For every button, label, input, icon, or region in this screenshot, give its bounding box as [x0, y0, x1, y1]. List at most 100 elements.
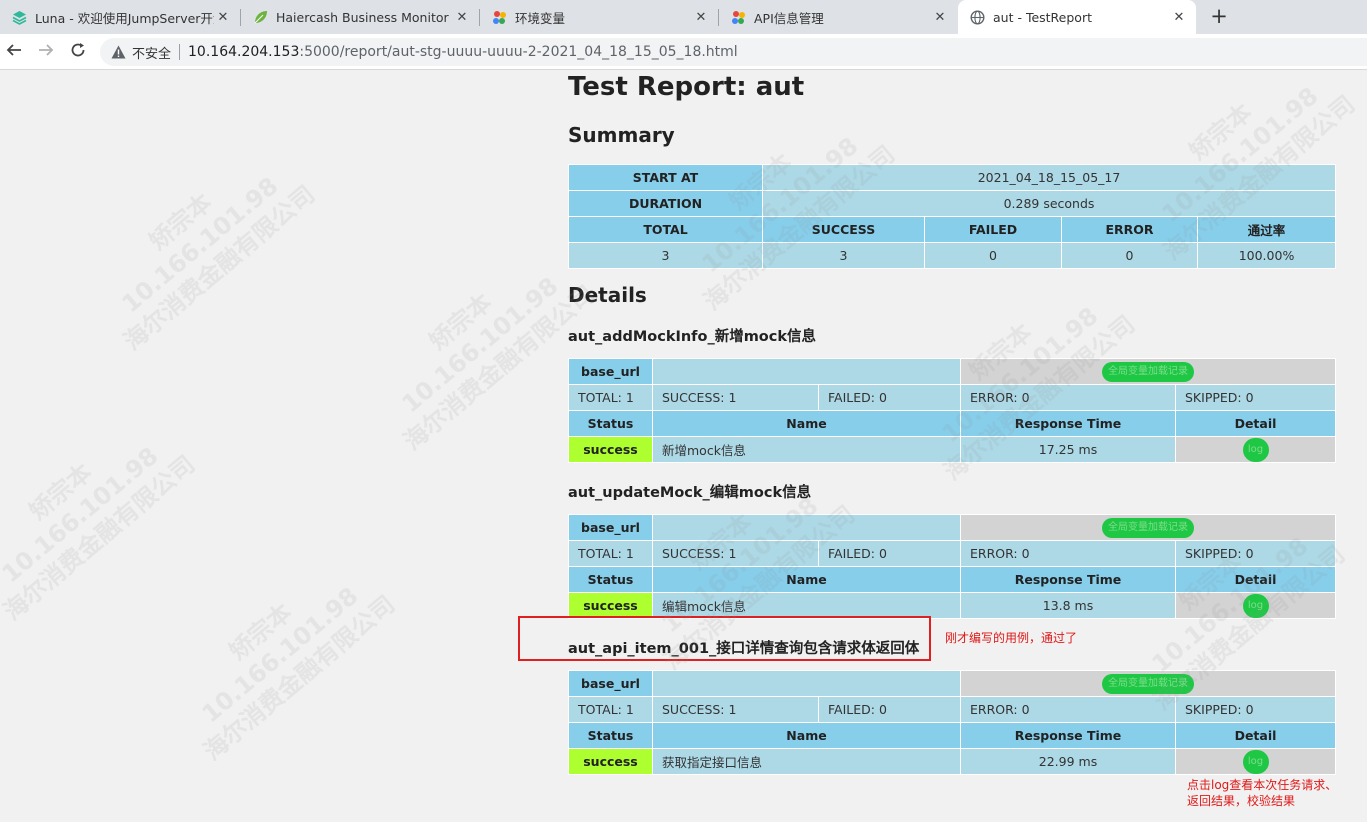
- pinwheel-icon: [492, 10, 507, 25]
- stat-success: SUCCESS: 1: [652, 696, 819, 723]
- table-row: success 编辑mock信息 13.8 ms log: [568, 592, 1336, 619]
- pass-rate-value: 100.00%: [1196, 242, 1337, 269]
- response-time-header: Response Time: [960, 410, 1176, 437]
- tab-api-info[interactable]: API信息管理 ✕: [719, 0, 957, 34]
- base-url-label: base_url: [568, 514, 653, 541]
- tab-haiercash-monitor[interactable]: Haiercash Business Monitor ✕: [241, 0, 479, 34]
- close-icon[interactable]: ✕: [1170, 8, 1188, 26]
- response-time: 22.99 ms: [960, 748, 1176, 775]
- failed-value: 0: [924, 242, 1062, 269]
- stat-failed: FAILED: 0: [818, 540, 961, 567]
- base-url-value: [652, 358, 961, 385]
- stat-error: ERROR: 0: [960, 540, 1176, 567]
- case-table: base_url 全局变量加载记录 TOTAL: 1 SUCCESS: 1 FA…: [568, 670, 1336, 775]
- status-header: Status: [568, 566, 653, 593]
- stat-success: SUCCESS: 1: [652, 384, 819, 411]
- stat-skipped: SKIPPED: 0: [1175, 696, 1336, 723]
- close-icon[interactable]: ✕: [214, 8, 232, 26]
- success-header: SUCCESS: [762, 216, 925, 243]
- global-vars-cell: 全局变量加载记录: [960, 514, 1336, 541]
- detail-cell: log: [1175, 748, 1336, 775]
- reload-button[interactable]: [67, 41, 89, 63]
- leaf-icon: [253, 10, 268, 25]
- stat-failed: FAILED: 0: [818, 696, 961, 723]
- not-secure-label[interactable]: 不安全: [132, 43, 171, 62]
- tab-strip: Luna - 欢迎使用JumpServer开源 ✕ Haiercash Busi…: [0, 0, 1367, 34]
- arrow-left-icon: [6, 42, 22, 62]
- url-path: :5000/report/aut-stg-uuuu-uuuu-2-2021_04…: [299, 44, 738, 60]
- column-header-row: Status Name Response Time Detail: [568, 566, 1336, 593]
- summary-heading: Summary: [568, 123, 675, 147]
- forward-button[interactable]: [35, 41, 57, 63]
- error-value: 0: [1061, 242, 1198, 269]
- table-row: success 新增mock信息 17.25 ms log: [568, 436, 1336, 463]
- base-url-label: base_url: [568, 358, 653, 385]
- report-title: Test Report: aut: [568, 72, 805, 102]
- close-icon[interactable]: ✕: [453, 8, 471, 26]
- log-button[interactable]: log: [1242, 593, 1269, 618]
- status-header: Status: [568, 410, 653, 437]
- status-badge: success: [568, 436, 653, 463]
- duration-row: DURATION 0.289 seconds: [568, 190, 1337, 217]
- response-time-header: Response Time: [960, 566, 1176, 593]
- url-host: 10.164.204.153: [188, 44, 300, 60]
- address-bar[interactable]: 不安全 10.164.204.153 :5000/report/aut-stg-…: [100, 38, 1367, 66]
- summary-table: START AT 2021_04_18_15_05_17 DURATION 0.…: [568, 164, 1337, 269]
- global-vars-button[interactable]: 全局变量加载记录: [1102, 673, 1194, 694]
- step-name: 新增mock信息: [652, 436, 961, 463]
- summary-header-row: TOTAL SUCCESS FAILED ERROR 通过率: [568, 216, 1337, 243]
- name-header: Name: [652, 722, 961, 749]
- base-url-row: base_url 全局变量加载记录: [568, 670, 1336, 697]
- tab-test-report[interactable]: aut - TestReport ✕: [958, 0, 1196, 34]
- pinwheel-icon: [731, 10, 746, 25]
- start-at-value: 2021_04_18_15_05_17: [761, 164, 1337, 191]
- case-title: aut_addMockInfo_新增mock信息: [568, 329, 817, 345]
- detail-header: Detail: [1175, 410, 1336, 437]
- status-badge: success: [568, 592, 653, 619]
- name-header: Name: [652, 410, 961, 437]
- tab-title: Haiercash Business Monitor: [276, 9, 449, 25]
- case-table: base_url 全局变量加载记录 TOTAL: 1 SUCCESS: 1 FA…: [568, 514, 1336, 619]
- detail-cell: log: [1175, 592, 1336, 619]
- new-tab-button[interactable]: +: [1208, 6, 1230, 28]
- column-header-row: Status Name Response Time Detail: [568, 722, 1336, 749]
- global-vars-cell: 全局变量加载记录: [960, 358, 1336, 385]
- stats-row: TOTAL: 1 SUCCESS: 1 FAILED: 0 ERROR: 0 S…: [568, 540, 1336, 567]
- browser-toolbar: 不安全 10.164.204.153 :5000/report/aut-stg-…: [0, 34, 1367, 70]
- detail-header: Detail: [1175, 566, 1336, 593]
- stat-total: TOTAL: 1: [568, 540, 653, 567]
- tab-env-vars[interactable]: 环境变量 ✕: [480, 0, 718, 34]
- reload-icon: [70, 42, 86, 62]
- stats-row: TOTAL: 1 SUCCESS: 1 FAILED: 0 ERROR: 0 S…: [568, 384, 1336, 411]
- start-row: START AT 2021_04_18_15_05_17: [568, 164, 1337, 191]
- tab-title: 环境变量: [515, 10, 566, 26]
- step-name: 编辑mock信息: [652, 592, 961, 619]
- failed-header: FAILED: [924, 216, 1062, 243]
- step-name: 获取指定接口信息: [652, 748, 961, 775]
- close-icon[interactable]: ✕: [692, 8, 710, 26]
- global-vars-button[interactable]: 全局变量加载记录: [1102, 517, 1194, 538]
- global-vars-button[interactable]: 全局变量加载记录: [1102, 361, 1194, 382]
- stats-row: TOTAL: 1 SUCCESS: 1 FAILED: 0 ERROR: 0 S…: [568, 696, 1336, 723]
- stat-total: TOTAL: 1: [568, 696, 653, 723]
- stat-error: ERROR: 0: [960, 384, 1176, 411]
- back-button[interactable]: [3, 41, 25, 63]
- log-button[interactable]: log: [1242, 437, 1269, 462]
- close-icon[interactable]: ✕: [931, 8, 949, 26]
- stat-skipped: SKIPPED: 0: [1175, 540, 1336, 567]
- name-header: Name: [652, 566, 961, 593]
- highlight-box: [518, 616, 931, 661]
- total-value: 3: [568, 242, 763, 269]
- base-url-value: [652, 670, 961, 697]
- base-url-value: [652, 514, 961, 541]
- response-time: 13.8 ms: [960, 592, 1176, 619]
- tab-luna[interactable]: Luna - 欢迎使用JumpServer开源 ✕: [0, 0, 240, 34]
- base-url-row: base_url 全局变量加载记录: [568, 358, 1336, 385]
- warning-triangle-icon: [110, 44, 126, 60]
- start-at-label: START AT: [568, 164, 763, 191]
- log-button[interactable]: log: [1242, 749, 1269, 774]
- total-header: TOTAL: [568, 216, 763, 243]
- stat-skipped: SKIPPED: 0: [1175, 384, 1336, 411]
- tab-title: Luna - 欢迎使用JumpServer开源: [35, 10, 214, 26]
- summary-values-row: 3 3 0 0 100.00%: [568, 242, 1337, 269]
